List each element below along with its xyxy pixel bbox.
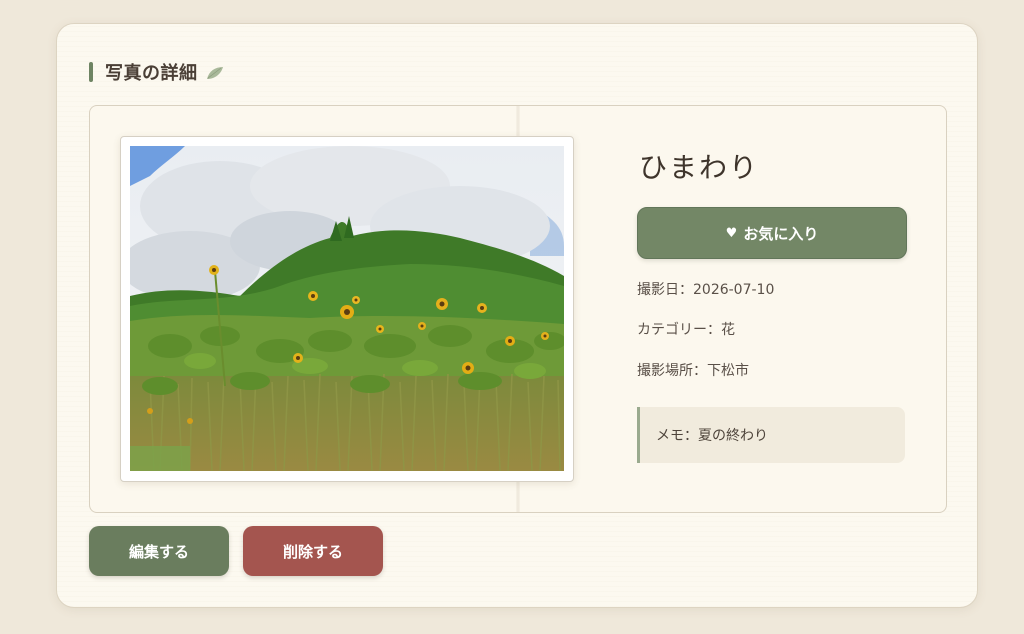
sunflower-photo	[130, 146, 564, 471]
detail-panel: ひまわり ♥ お気に入り 撮影日：2026-07-10 カテゴリー：花 撮影場所…	[89, 105, 947, 513]
category: カテゴリー：花	[637, 322, 735, 338]
shot-date: 撮影日：2026-07-10	[637, 282, 775, 298]
title-accent-bar	[89, 62, 93, 82]
favorite-button[interactable]: ♥ お気に入り	[637, 207, 907, 259]
photo-detail-card: 写真の詳細 ひまわり ♥ お気に入り 撮影日：2026-07-10 カテゴリー：…	[56, 23, 978, 608]
memo-text: メモ：夏の終わり	[656, 428, 768, 444]
edit-button[interactable]: 編集する	[89, 526, 229, 576]
delete-button[interactable]: 削除する	[243, 526, 383, 576]
favorite-label: お気に入り	[743, 224, 819, 243]
leaf-icon	[206, 65, 224, 79]
location: 撮影場所：下松市	[637, 363, 749, 379]
page-title: 写真の詳細	[105, 63, 198, 84]
heart-icon: ♥	[725, 225, 738, 241]
photo-name: ひまわり	[639, 151, 760, 184]
title-row: 写真の詳細	[89, 60, 224, 84]
memo-box: メモ：夏の終わり	[637, 407, 905, 463]
photo-frame	[120, 136, 574, 482]
